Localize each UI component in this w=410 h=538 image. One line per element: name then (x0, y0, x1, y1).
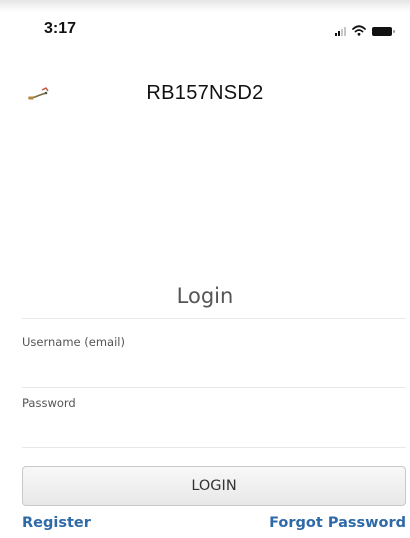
login-button[interactable]: LOGIN (22, 466, 406, 506)
login-screen: 3:17 RB157NSD2 Login Username (email) Pa… (0, 0, 410, 538)
wifi-icon (352, 25, 366, 36)
username-label: Username (email) (22, 335, 125, 349)
login-heading: Login (176, 284, 234, 308)
status-time: 3:17 (44, 20, 77, 37)
password-label: Password (22, 396, 76, 410)
login-button-label: LOGIN (191, 478, 237, 494)
password-input[interactable] (22, 418, 406, 444)
username-input[interactable] (22, 356, 406, 382)
username-underline (22, 387, 406, 388)
register-link[interactable]: Register (22, 515, 91, 531)
device-title: RB157NSD2 (146, 82, 264, 104)
status-bar: 3:17 (0, 14, 410, 44)
forgot-password-link[interactable]: Forgot Password (269, 515, 406, 531)
heading-divider (22, 318, 406, 319)
battery-icon (372, 27, 395, 36)
top-fade (0, 0, 410, 12)
cellular-signal-icon (335, 26, 346, 36)
status-icons (335, 22, 395, 36)
password-underline (22, 447, 406, 448)
